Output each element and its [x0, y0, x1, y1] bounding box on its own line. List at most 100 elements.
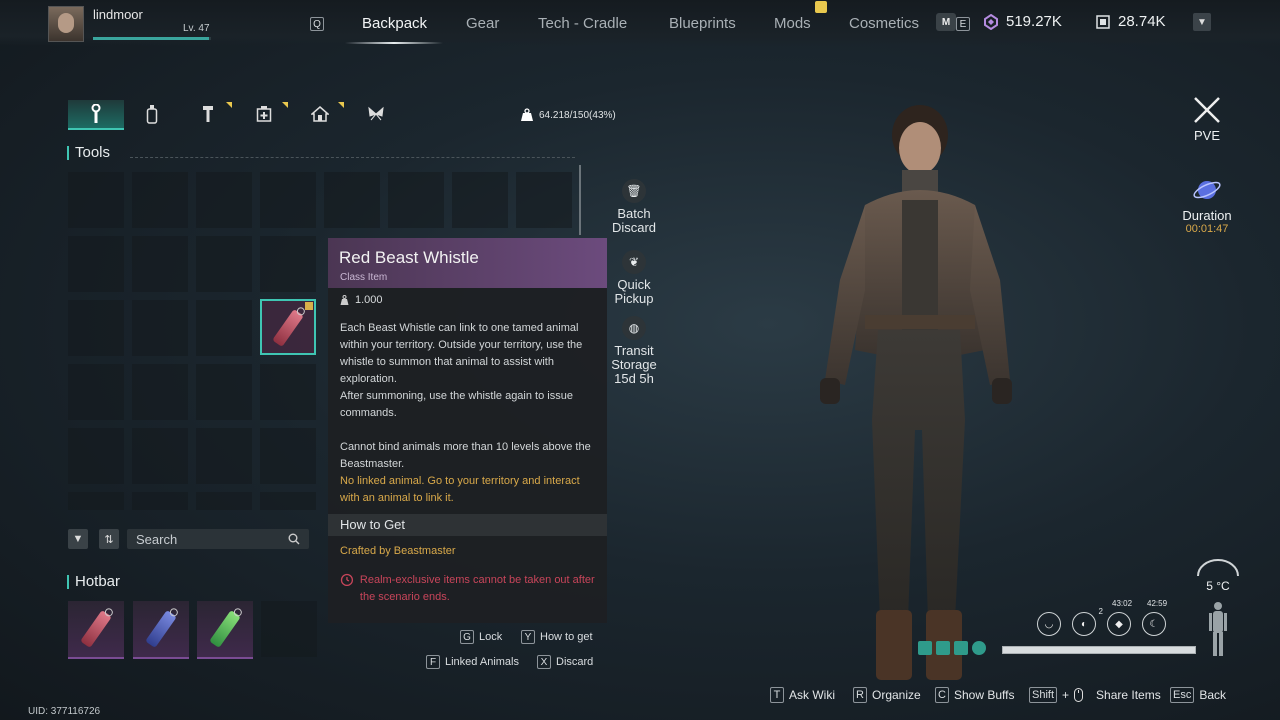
- quick-pickup-button[interactable]: ❦ Quick Pickup: [606, 250, 662, 306]
- sleep-icon[interactable]: ☾ 42:59: [1142, 599, 1167, 636]
- back-action[interactable]: Esc Back: [1170, 687, 1226, 703]
- inventory-slot[interactable]: [260, 492, 316, 510]
- inventory-slot[interactable]: [132, 236, 188, 292]
- item-weight-value: 1.000: [355, 294, 383, 306]
- inventory-slot[interactable]: [196, 172, 252, 228]
- linked-animals-action[interactable]: F Linked Animals: [426, 655, 519, 669]
- status-effect-icon[interactable]: [972, 641, 986, 655]
- inventory-slot[interactable]: [132, 428, 188, 484]
- category-misc[interactable]: [348, 100, 404, 128]
- category-consumables[interactable]: [124, 100, 180, 128]
- hotbar-slot-1[interactable]: [68, 601, 124, 659]
- inventory-slot[interactable]: [388, 172, 444, 228]
- inventory-slot[interactable]: [324, 172, 380, 228]
- tab-cosmetics[interactable]: Cosmetics: [849, 15, 919, 32]
- tab-backpack[interactable]: Backpack: [362, 15, 427, 32]
- gauge-icon: [1197, 559, 1239, 577]
- storage-icon: ◍: [622, 316, 646, 340]
- tab-gear[interactable]: Gear: [466, 15, 499, 32]
- red-whistle-icon: [272, 308, 304, 348]
- weight-icon: [340, 295, 349, 305]
- link-warning: No linked animal. Go to your territory a…: [340, 475, 580, 504]
- hotbar-slot-4[interactable]: [261, 601, 317, 657]
- inventory-slot[interactable]: [132, 300, 188, 356]
- active-tab-underline: [345, 42, 443, 44]
- pve-mode[interactable]: PVE: [1185, 95, 1229, 143]
- avatar[interactable]: [48, 6, 84, 42]
- inventory-slot[interactable]: [196, 364, 252, 420]
- inventory-slot[interactable]: [68, 300, 124, 356]
- wrench-icon: [91, 104, 101, 123]
- organize-action[interactable]: R Organize: [853, 687, 921, 703]
- tab-mods[interactable]: Mods: [774, 15, 811, 32]
- category-tools[interactable]: [68, 100, 124, 130]
- sort-icon[interactable]: ⇅: [99, 529, 119, 549]
- chevron-down-icon[interactable]: ▼: [1193, 13, 1211, 31]
- stomach-icon[interactable]: ◐ 2: [1072, 607, 1103, 636]
- tab-tech-cradle[interactable]: Tech - Cradle: [538, 15, 627, 32]
- inventory-slot[interactable]: [68, 428, 124, 484]
- hotbar-slot-3[interactable]: [197, 601, 253, 659]
- inventory-slot[interactable]: [196, 428, 252, 484]
- status-effect-icon[interactable]: [936, 641, 950, 655]
- buff-count: 2: [1098, 607, 1103, 616]
- selected-item-slot[interactable]: [260, 299, 316, 355]
- inventory-slot[interactable]: [516, 172, 572, 228]
- discard-action[interactable]: X Discard: [537, 655, 593, 669]
- search-placeholder: Search: [136, 531, 178, 547]
- inventory-slot[interactable]: [196, 300, 252, 356]
- butterfly-icon: [368, 106, 384, 121]
- inventory-slot[interactable]: [68, 236, 124, 292]
- how-to-get-action[interactable]: Y How to get: [521, 630, 593, 644]
- primary-currency: 519.27K: [983, 13, 1062, 30]
- user-id: UID: 377116726: [28, 706, 101, 717]
- batch-discard-button[interactable]: 🗑 Batch Discard: [606, 179, 662, 235]
- status-effect-icon[interactable]: [954, 641, 968, 655]
- inventory-slot[interactable]: [68, 492, 124, 510]
- green-whistle-icon: [209, 609, 241, 649]
- category-building[interactable]: [292, 100, 348, 128]
- inventory-slot[interactable]: [196, 236, 252, 292]
- inventory-slot[interactable]: [132, 364, 188, 420]
- inventory-slot[interactable]: [196, 492, 252, 510]
- status-effect-icon[interactable]: [918, 641, 932, 655]
- hotbar-slot-2[interactable]: [133, 601, 189, 659]
- inventory-slot[interactable]: [260, 236, 316, 292]
- stamina-bar: [1002, 646, 1196, 654]
- inventory-slot[interactable]: [260, 428, 316, 484]
- lock-action[interactable]: G Lock: [460, 630, 502, 644]
- realm-note: Realm-exclusive items cannot be taken ou…: [340, 572, 605, 606]
- player-name: lindmoor: [93, 7, 143, 22]
- temperature-value: 5 °C: [1206, 579, 1230, 593]
- transit-storage-button[interactable]: ◍ Transit Storage 15d 5h: [606, 316, 662, 386]
- buff-timer-2: 42:59: [1147, 599, 1168, 608]
- inventory-slot[interactable]: [68, 172, 124, 228]
- duration-buff[interactable]: Duration 00:01:47: [1175, 175, 1239, 235]
- inventory-slot[interactable]: [452, 172, 508, 228]
- search-input[interactable]: Search: [127, 529, 309, 549]
- water-drop-icon[interactable]: ◆ 43:02: [1107, 599, 1132, 636]
- show-buffs-action[interactable]: C Show Buffs: [935, 687, 1014, 703]
- mail-icon[interactable]: M: [936, 13, 956, 31]
- inventory-slot[interactable]: [260, 364, 316, 420]
- grid-scrollbar[interactable]: [579, 165, 581, 235]
- inventory-slot[interactable]: [132, 172, 188, 228]
- description-para-3: Cannot bind animals more than 10 levels …: [340, 441, 591, 470]
- category-medical[interactable]: [236, 100, 292, 128]
- secondary-currency: 28.74K: [1095, 13, 1166, 30]
- secondary-currency-value: 28.74K: [1118, 13, 1166, 30]
- share-items-action[interactable]: Shift + Share Items: [1029, 687, 1161, 703]
- inventory-slot[interactable]: [68, 364, 124, 420]
- ask-wiki-action[interactable]: T Ask Wiki: [770, 687, 835, 703]
- inventory-slot[interactable]: [260, 172, 316, 228]
- hunger-icon[interactable]: ◡: [1037, 612, 1061, 636]
- body-status-icon[interactable]: [1208, 601, 1228, 657]
- ask-wiki-label: Ask Wiki: [789, 688, 835, 702]
- inventory-slot[interactable]: [132, 492, 188, 510]
- tab-left-key: Q: [310, 17, 324, 31]
- tab-blueprints[interactable]: Blueprints: [669, 15, 736, 32]
- search-icon[interactable]: [288, 533, 300, 545]
- filter-icon[interactable]: ▼: [68, 529, 88, 549]
- new-item-tag: [305, 302, 313, 310]
- category-equipment[interactable]: [180, 100, 236, 128]
